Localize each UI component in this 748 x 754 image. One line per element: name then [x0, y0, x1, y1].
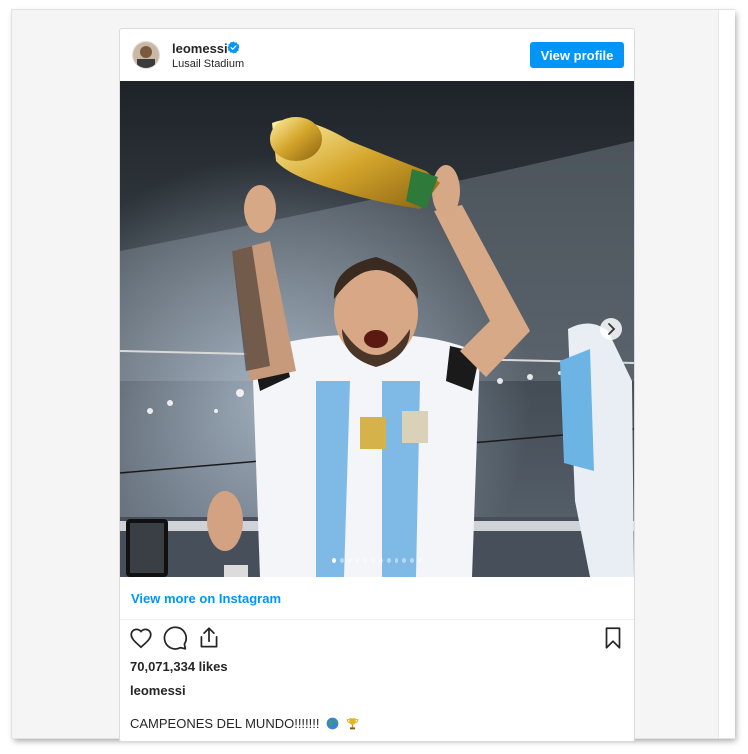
carousel-dot: [355, 558, 360, 563]
next-slide-button[interactable]: [600, 318, 622, 340]
comment-icon[interactable]: [162, 625, 188, 651]
carousel-dot: [339, 558, 344, 563]
view-profile-button[interactable]: View profile: [530, 42, 624, 68]
view-more-link[interactable]: View more on Instagram: [131, 591, 281, 606]
username[interactable]: leomessi: [172, 41, 228, 56]
chevron-right-icon: [608, 323, 616, 335]
carousel-dot: [371, 558, 375, 563]
carousel-dots: [332, 558, 422, 564]
carousel-dot: [402, 558, 407, 563]
carousel-dot: [410, 558, 415, 563]
caption-text: CAMPEONES DEL MUNDO!!!!!!!: [130, 716, 320, 731]
carousel-dot: [394, 558, 399, 563]
scrollbar[interactable]: [718, 10, 735, 738]
instagram-embed: leomessi Lusail Stadium View profile Vie…: [119, 28, 635, 742]
likes-count[interactable]: 70,071,334 likes: [130, 659, 228, 674]
view-more-row: View more on Instagram: [120, 577, 634, 620]
verified-badge-icon: [227, 41, 240, 54]
globe-icon: [326, 717, 339, 733]
avatar[interactable]: [132, 41, 160, 69]
carousel-dot: [386, 558, 391, 563]
carousel-dot: [379, 558, 383, 563]
action-bar: [120, 625, 634, 655]
trophy-icon: [346, 717, 359, 733]
caption-username[interactable]: leomessi: [130, 683, 186, 698]
carousel-dot: [418, 558, 422, 563]
location-link[interactable]: Lusail Stadium: [172, 58, 244, 70]
carousel-dot: [332, 558, 336, 563]
post-photo[interactable]: [120, 81, 634, 577]
carousel-dot: [363, 558, 368, 563]
caption: CAMPEONES DEL MUNDO!!!!!!!: [130, 716, 359, 733]
bookmark-icon[interactable]: [600, 625, 626, 651]
share-icon[interactable]: [196, 625, 222, 651]
post-header: leomessi Lusail Stadium View profile: [120, 29, 634, 81]
carousel-dot: [347, 558, 352, 563]
heart-icon[interactable]: [128, 625, 154, 651]
